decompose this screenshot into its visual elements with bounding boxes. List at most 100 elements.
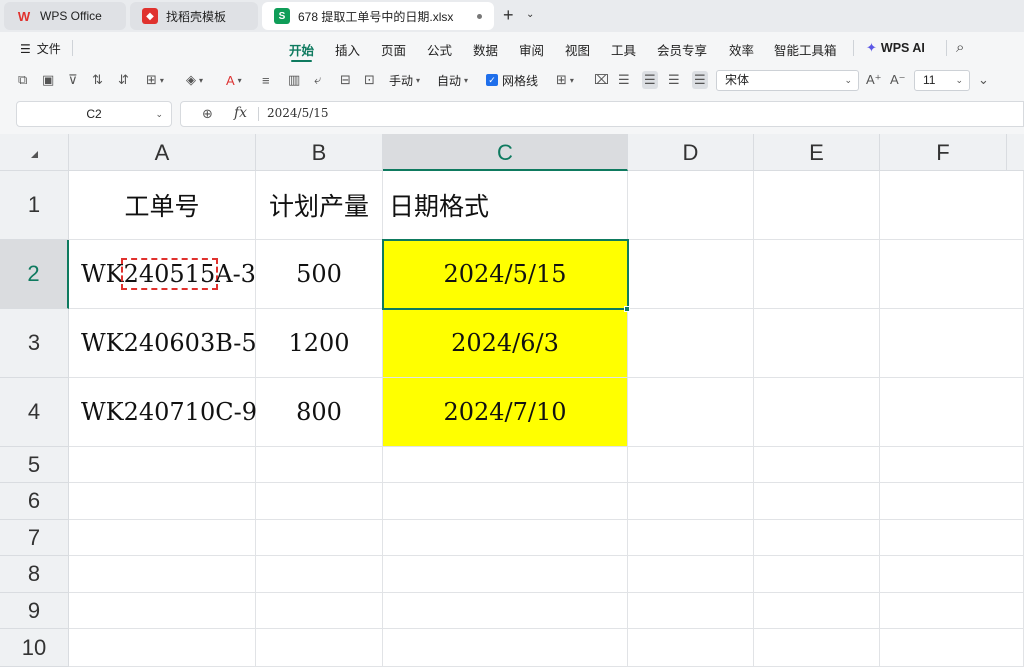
cell-d8[interactable] xyxy=(628,556,754,593)
filter-icon[interactable]: ⊽ xyxy=(68,71,78,89)
align-distributed-icon[interactable]: ☰ xyxy=(692,71,708,89)
freeze-icon[interactable]: ▥ xyxy=(288,71,300,89)
cell-f7[interactable] xyxy=(880,520,1024,556)
column-header-a[interactable]: A xyxy=(69,134,256,171)
menu-formula[interactable]: 公式 xyxy=(427,40,452,59)
cell-e1[interactable] xyxy=(754,171,880,240)
decrease-font-icon[interactable]: A⁻ xyxy=(890,71,906,89)
row-header-2[interactable]: 2 xyxy=(0,240,69,309)
menu-review[interactable]: 审阅 xyxy=(519,40,544,59)
wrap-icon[interactable]: ⤶ xyxy=(314,71,321,89)
align-right-icon[interactable]: ☰ xyxy=(668,71,680,89)
clear-format-icon[interactable]: ⌧ xyxy=(594,71,609,89)
cell-d1[interactable] xyxy=(628,171,754,240)
search-icon[interactable]: ⌕ xyxy=(956,39,964,56)
cell-c10[interactable] xyxy=(383,629,628,667)
cell-a6[interactable] xyxy=(69,483,256,520)
paste-special-icon[interactable]: ▣ xyxy=(42,71,54,89)
fx-icon[interactable]: fx xyxy=(234,105,247,121)
cell-b4[interactable]: 800 xyxy=(256,378,383,447)
row-header-7[interactable]: 7 xyxy=(0,520,69,556)
row-header-3[interactable]: 3 xyxy=(0,309,69,378)
cell-e10[interactable] xyxy=(754,629,880,667)
cell-f5[interactable] xyxy=(880,447,1024,483)
format-painter-icon[interactable]: ⧉ xyxy=(18,71,27,89)
column-header-c[interactable]: C xyxy=(383,134,628,171)
font-size-select[interactable]: 11 ⌄ xyxy=(914,70,970,91)
wps-ai-button[interactable]: ✦ WPS AI xyxy=(866,40,925,56)
cell-a4[interactable]: WK240710C-9 xyxy=(69,378,257,447)
formula-input[interactable]: ⊕ fx 2024/5/15 xyxy=(180,101,1024,127)
gridlines-toggle[interactable]: ✓ 网格线 xyxy=(486,71,538,89)
cell-d2[interactable] xyxy=(628,240,754,309)
cell-a8[interactable] xyxy=(69,556,256,593)
cell-b9[interactable] xyxy=(256,593,383,629)
cell-b5[interactable] xyxy=(256,447,383,483)
align-icon[interactable]: ≡ xyxy=(262,71,270,89)
cell-e4[interactable] xyxy=(754,378,880,447)
align-left-icon[interactable]: ☰ xyxy=(618,71,630,89)
row-header-9[interactable]: 9 xyxy=(0,593,69,629)
file-menu[interactable]: ☰ 文件 xyxy=(20,40,61,57)
cell-e3[interactable] xyxy=(754,309,880,378)
cell-b1[interactable]: 计划产量 xyxy=(256,171,383,240)
cell-f9[interactable] xyxy=(880,593,1024,629)
cell-f1[interactable] xyxy=(880,171,1024,240)
cell-c7[interactable] xyxy=(383,520,628,556)
sort-icon[interactable]: ⇅ xyxy=(92,71,103,89)
font-name-select[interactable]: 宋体 ⌄ xyxy=(716,70,859,91)
cell-f2[interactable] xyxy=(880,240,1024,309)
menu-smart-toolbox[interactable]: 智能工具箱 xyxy=(774,40,837,59)
menu-member[interactable]: 会员专享 xyxy=(657,40,707,59)
fit-icon[interactable]: ⊡ xyxy=(364,71,375,89)
row-header-10[interactable]: 10 xyxy=(0,629,69,667)
row-header-6[interactable]: 6 xyxy=(0,483,69,520)
new-tab-button[interactable]: + xyxy=(503,6,514,24)
cell-b3[interactable]: 1200 xyxy=(256,309,383,378)
row-header-1[interactable]: 1 xyxy=(0,171,69,240)
column-header-g[interactable] xyxy=(1007,134,1024,171)
chevron-down-icon[interactable]: ⌄ xyxy=(978,71,989,89)
cell-a1[interactable]: 工单号 xyxy=(69,171,256,240)
cell-e5[interactable] xyxy=(754,447,880,483)
tab-workbook[interactable]: S 678 提取工单号中的日期.xlsx xyxy=(262,2,494,30)
menu-page[interactable]: 页面 xyxy=(381,40,406,59)
cell-d10[interactable] xyxy=(628,629,754,667)
cell-f8[interactable] xyxy=(880,556,1024,593)
spreadsheet-grid[interactable]: A B C D E F 1 2 3 4 5 6 7 8 9 10 工单号 计划产… xyxy=(0,134,1024,667)
menu-home[interactable]: 开始 xyxy=(289,40,314,62)
cell-f4[interactable] xyxy=(880,378,1024,447)
cell-d6[interactable] xyxy=(628,483,754,520)
row-header-8[interactable]: 8 xyxy=(0,556,69,593)
cell-b2[interactable]: 500 xyxy=(256,240,383,309)
cell-format-button[interactable]: ⊞ ▾ xyxy=(556,71,574,89)
cell-c5[interactable] xyxy=(383,447,628,483)
cell-e6[interactable] xyxy=(754,483,880,520)
menu-view[interactable]: 视图 xyxy=(565,40,590,59)
fill-handle[interactable] xyxy=(624,306,630,312)
sort-desc-icon[interactable]: ⇵ xyxy=(118,71,129,89)
cell-c9[interactable] xyxy=(383,593,628,629)
cell-d7[interactable] xyxy=(628,520,754,556)
tab-wps-office[interactable]: W WPS Office xyxy=(4,2,126,30)
cell-d3[interactable] xyxy=(628,309,754,378)
cell-a10[interactable] xyxy=(69,629,256,667)
cell-d9[interactable] xyxy=(628,593,754,629)
cell-c2[interactable]: 2024/5/15 xyxy=(383,240,628,309)
cell-a9[interactable] xyxy=(69,593,256,629)
cell-f10[interactable] xyxy=(880,629,1024,667)
cell-c4[interactable]: 2024/7/10 xyxy=(383,378,628,447)
cell-b8[interactable] xyxy=(256,556,383,593)
column-header-b[interactable]: B xyxy=(256,134,383,171)
cell-f3[interactable] xyxy=(880,309,1024,378)
cell-c8[interactable] xyxy=(383,556,628,593)
cell-f6[interactable] xyxy=(880,483,1024,520)
wrap-auto-button[interactable]: 自动 ▾ xyxy=(437,71,468,89)
cell-a2[interactable]: WK 240515 A-3 xyxy=(69,240,256,309)
column-header-f[interactable]: F xyxy=(880,134,1007,171)
row-header-4[interactable]: 4 xyxy=(0,378,69,447)
select-all-corner[interactable] xyxy=(0,134,69,171)
cell-e7[interactable] xyxy=(754,520,880,556)
cell-c6[interactable] xyxy=(383,483,628,520)
cell-a5[interactable] xyxy=(69,447,256,483)
